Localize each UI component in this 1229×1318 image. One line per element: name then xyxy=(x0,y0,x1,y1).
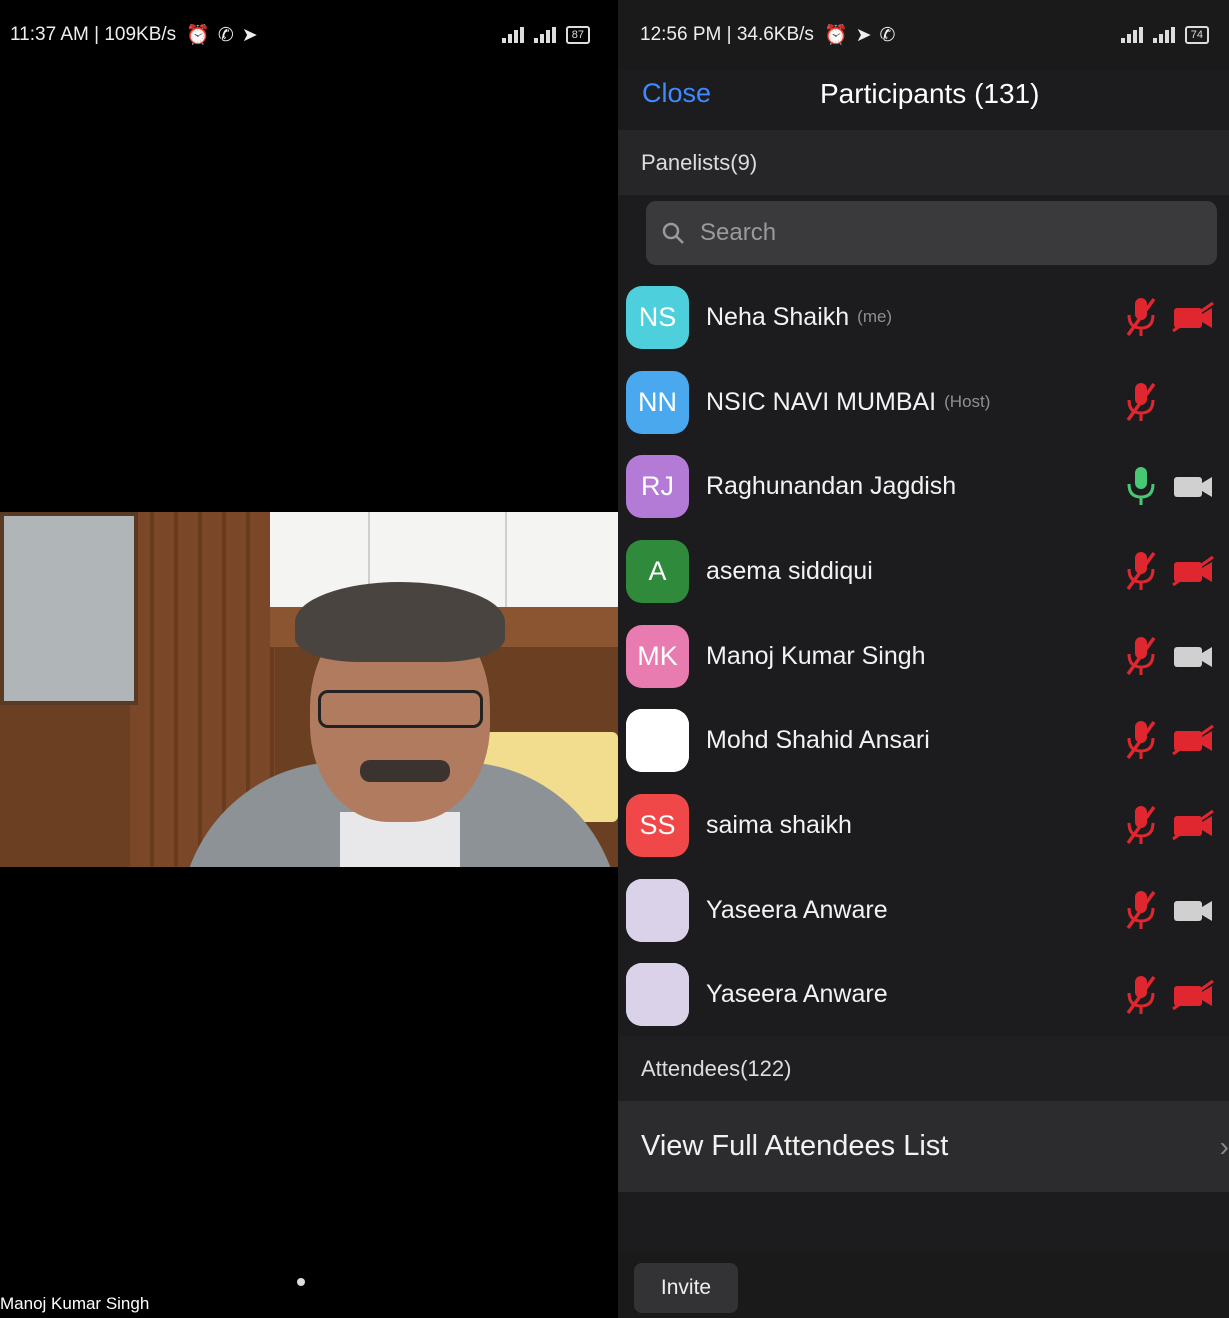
avatar: RJ xyxy=(626,455,689,519)
signal-icon xyxy=(501,27,528,43)
panelist-name: NSIC NAVI MUMBAI xyxy=(706,387,937,416)
panelist-row[interactable]: MK Manoj Kumar Singh xyxy=(618,614,1229,699)
video-off-icon[interactable] xyxy=(1170,807,1216,843)
signal-icon xyxy=(1120,27,1147,43)
avatar: A xyxy=(626,539,689,603)
video-off-icon[interactable] xyxy=(1170,722,1216,758)
view-full-attendees-label: View Full Attendees List xyxy=(641,1130,949,1162)
panelist-row[interactable]: RJ Raghunandan Jagdish xyxy=(618,444,1229,529)
alarm-icon: ⏰ xyxy=(186,25,210,46)
panelist-name: Raghunandan Jagdish xyxy=(706,472,957,501)
avatar xyxy=(626,963,689,1027)
status-time: 12:56 PM | 34.6KB/s xyxy=(640,24,814,45)
mic-muted-icon[interactable] xyxy=(1123,634,1159,678)
signal-icon xyxy=(533,27,560,43)
battery-icon: 74 xyxy=(1184,26,1209,44)
whatsapp-icon: ✆ xyxy=(217,24,234,46)
avatar: NS xyxy=(626,285,689,349)
alarm-icon: ⏰ xyxy=(823,25,848,46)
status-time: 11:37 AM | 109KB/s xyxy=(10,24,177,45)
panelist-row[interactable]: SS saima shaikh xyxy=(618,783,1229,868)
view-full-attendees-button[interactable]: View Full Attendees List › xyxy=(618,1101,1229,1192)
mic-muted-icon[interactable] xyxy=(1123,295,1159,339)
telegram-icon: ➤ xyxy=(241,24,258,46)
mic-muted-icon[interactable] xyxy=(1123,803,1159,847)
video-off-icon[interactable] xyxy=(1170,553,1216,589)
telegram-icon: ➤ xyxy=(855,24,872,46)
mic-on-icon[interactable] xyxy=(1123,464,1159,508)
panelist-role-tag: (Host) xyxy=(944,392,991,412)
panelist-row[interactable]: Mohd Shahid Ansari xyxy=(618,698,1229,783)
page-title: Participants (131) xyxy=(820,78,1040,109)
avatar xyxy=(626,709,689,773)
attendees-section-header: Attendees(122) xyxy=(618,1036,1229,1101)
panelist-row[interactable]: NN NSIC NAVI MUMBAI (Host) xyxy=(618,360,1229,445)
avatar xyxy=(626,878,689,942)
invite-button[interactable]: Invite xyxy=(634,1263,738,1313)
battery-icon: 87 xyxy=(565,26,590,44)
mic-muted-icon[interactable] xyxy=(1123,973,1159,1017)
panelist-name: Manoj Kumar Singh xyxy=(706,641,926,670)
participants-panel: 12:56 PM | 34.6KB/s ⏰ ➤ ✆ 74 Close Parti… xyxy=(618,0,1229,1318)
search-box[interactable] xyxy=(646,201,1217,265)
video-on-icon[interactable] xyxy=(1170,892,1216,928)
panelists-section-header: Panelists(9) xyxy=(618,130,1229,195)
mic-muted-icon[interactable] xyxy=(1123,718,1159,762)
panelist-name: Neha Shaikh xyxy=(706,302,850,331)
video-off-icon[interactable] xyxy=(1170,299,1216,335)
panelist-row[interactable]: NS Neha Shaikh (me) xyxy=(618,275,1229,360)
avatar: MK xyxy=(626,624,689,688)
status-bar-left: 11:37 AM | 109KB/s ⏰ ✆ ➤ 87 xyxy=(0,0,618,70)
panelist-name: Yaseera Anware xyxy=(706,980,888,1009)
avatar: SS xyxy=(626,793,689,857)
video-on-icon[interactable] xyxy=(1170,468,1216,504)
video-on-icon[interactable] xyxy=(1170,638,1216,674)
panelist-role-tag: (me) xyxy=(857,307,893,327)
panelist-name: Mohd Shahid Ansari xyxy=(706,726,930,755)
panelist-name: Yaseera Anware xyxy=(706,895,888,924)
mic-muted-icon[interactable] xyxy=(1123,888,1159,932)
bottom-toolbar: Invite xyxy=(618,1252,1229,1318)
panelist-name: asema siddiqui xyxy=(706,556,873,585)
panelists-count-label: Panelists(9) xyxy=(641,149,758,175)
panelist-name: saima shaikh xyxy=(706,810,852,839)
panelist-row[interactable]: Aasema siddiqui xyxy=(618,529,1229,614)
panelist-row[interactable]: Yaseera Anware xyxy=(618,868,1229,953)
status-bar-right: 12:56 PM | 34.6KB/s ⏰ ➤ ✆ 74 xyxy=(618,0,1229,70)
avatar: NN xyxy=(626,370,689,434)
signal-icon xyxy=(1152,27,1179,43)
speaker-name-label: Manoj Kumar Singh xyxy=(0,1294,150,1313)
page-indicator-dot xyxy=(297,1278,305,1286)
chevron-right-icon: › xyxy=(1219,1131,1229,1162)
search-input[interactable] xyxy=(698,218,1182,248)
mic-muted-icon[interactable] xyxy=(1123,380,1159,424)
search-icon xyxy=(662,222,684,244)
participants-header: Close Participants (131) xyxy=(618,70,1229,130)
close-button[interactable]: Close xyxy=(642,78,711,109)
speaker-video[interactable] xyxy=(0,512,618,867)
attendees-count-label: Attendees(122) xyxy=(641,1055,792,1081)
panelist-row[interactable]: Yaseera Anware xyxy=(618,953,1229,1038)
video-screen: 11:37 AM | 109KB/s ⏰ ✆ ➤ 87 Manoj Kumar … xyxy=(0,0,618,1318)
video-off-icon[interactable] xyxy=(1170,977,1216,1013)
panelist-list: NS Neha Shaikh (me) NN NSIC NAVI MUMBAI (Host… xyxy=(618,275,1229,1037)
whatsapp-icon: ✆ xyxy=(879,24,896,46)
mic-muted-icon[interactable] xyxy=(1123,549,1159,593)
